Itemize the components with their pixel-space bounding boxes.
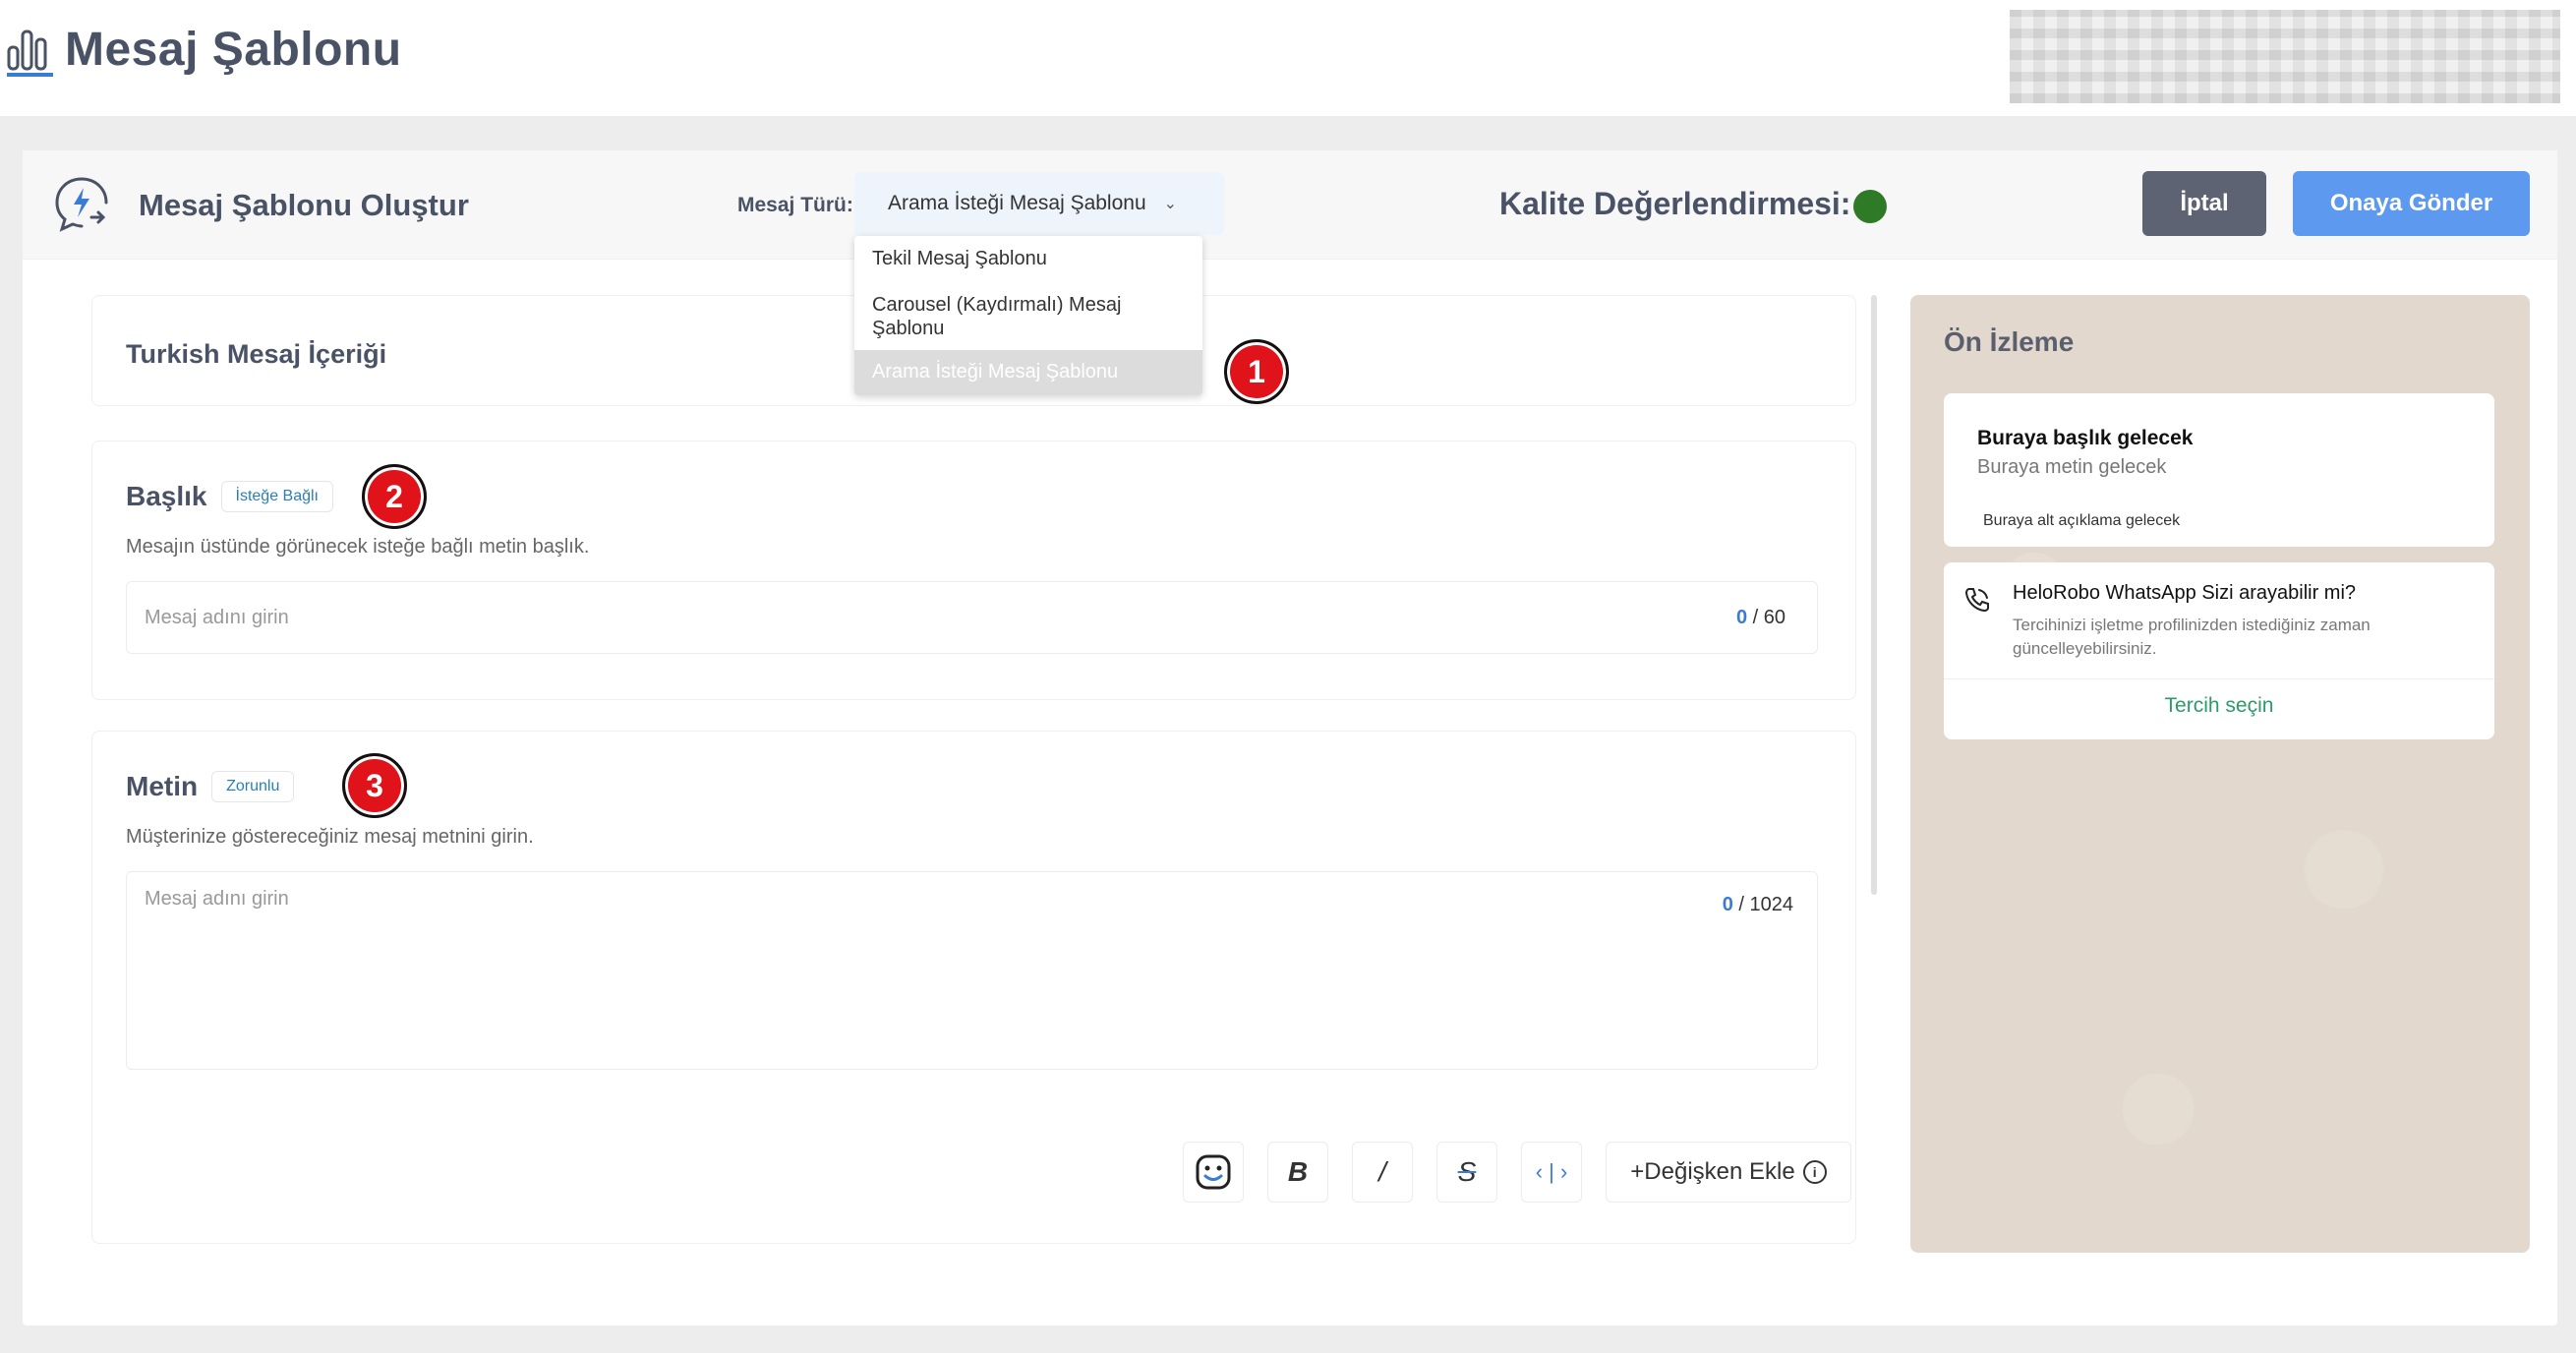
marker-1: 1 bbox=[1224, 339, 1289, 404]
chart-icon bbox=[7, 29, 53, 77]
preview-call-title: HeloRobo WhatsApp Sizi arayabilir mi? bbox=[2013, 582, 2357, 604]
header-input[interactable]: Mesaj adını girin 0 / 60 bbox=[126, 581, 1818, 654]
preview-body: Buraya metin gelecek bbox=[1977, 456, 2167, 478]
content-title: Turkish Mesaj İçeriği bbox=[126, 339, 387, 369]
page-title-text: Mesaj Şablonu bbox=[65, 23, 402, 76]
content-scrollbar[interactable] bbox=[1871, 295, 1877, 895]
preview-message-bubble: Buraya başlık gelecek Buraya metin gelec… bbox=[1944, 393, 2494, 547]
message-type-select[interactable]: Arama İsteği Mesaj Şablonu ⌄ bbox=[854, 172, 1224, 235]
emoji-button[interactable] bbox=[1183, 1142, 1244, 1203]
italic-button[interactable]: / bbox=[1352, 1142, 1413, 1203]
dropdown-option-single[interactable]: Tekil Mesaj Şablonu bbox=[854, 236, 1202, 285]
preview-panel: Ön İzleme Buraya başlık gelecek Buraya m… bbox=[1910, 295, 2530, 1253]
header-description: Mesajın üstünde görünecek isteğe bağlı m… bbox=[126, 536, 590, 558]
marker-3: 3 bbox=[342, 753, 407, 818]
header-input-placeholder: Mesaj adını girin bbox=[145, 607, 289, 628]
preview-divider bbox=[1944, 678, 2494, 679]
message-type-value: Arama İsteği Mesaj Şablonu bbox=[888, 192, 1146, 214]
header-counter: 0 / 60 bbox=[1736, 607, 1786, 629]
body-label: Metin bbox=[126, 771, 199, 801]
bold-button[interactable]: B bbox=[1267, 1142, 1328, 1203]
page-title: Mesaj Şablonu bbox=[6, 20, 402, 79]
body-input-placeholder: Mesaj adını girin bbox=[145, 888, 289, 910]
body-textarea[interactable]: Mesaj adını girin 0 / 1024 bbox=[126, 871, 1818, 1070]
quality-label: Kalite Değerlendirmesi: bbox=[1499, 186, 1851, 221]
dropdown-option-label: Arama İsteği Mesaj Şablonu bbox=[872, 361, 1119, 382]
strikethrough-button[interactable]: S bbox=[1436, 1142, 1497, 1203]
marker-2: 2 bbox=[362, 464, 427, 529]
dropdown-option-label: Carousel (Kaydırmalı) Mesaj Şablonu bbox=[872, 294, 1122, 339]
submit-button[interactable]: Onaya Gönder bbox=[2293, 171, 2530, 236]
add-variable-button[interactable]: +Değişken Ekle i bbox=[1606, 1142, 1851, 1203]
preview-choose-preference-link[interactable]: Tercih seçin bbox=[1944, 694, 2494, 718]
preview-call-card: HeloRobo WhatsApp Sizi arayabilir mi? Te… bbox=[1944, 562, 2494, 739]
dropdown-option-carousel[interactable]: Carousel (Kaydırmalı) Mesaj Şablonu bbox=[854, 285, 1202, 350]
phone-icon bbox=[1964, 588, 1989, 613]
format-toolbar: B / S ‹ | › +Değişken Ekle i bbox=[1183, 1142, 1851, 1203]
card-header: Mesaj Şablonu Oluştur Mesaj Türü: Arama … bbox=[23, 150, 2557, 260]
preview-footer: Buraya alt açıklama gelecek bbox=[1983, 512, 2181, 529]
header-max: / 60 bbox=[1752, 607, 1786, 628]
preview-heading: Buraya başlık gelecek bbox=[1977, 427, 2194, 449]
cancel-button[interactable]: İptal bbox=[2142, 171, 2266, 236]
dropdown-option-label: Tekil Mesaj Şablonu bbox=[872, 248, 1047, 269]
message-type-label: Mesaj Türü: bbox=[737, 194, 853, 216]
header-label: Başlık bbox=[126, 481, 207, 511]
template-card: Mesaj Şablonu Oluştur Mesaj Türü: Arama … bbox=[23, 150, 2557, 1325]
quality-indicator bbox=[1853, 190, 1887, 223]
dropdown-option-call-request[interactable]: Arama İsteği Mesaj Şablonu bbox=[854, 350, 1202, 395]
message-type-dropdown: Tekil Mesaj Şablonu Carousel (Kaydırmalı… bbox=[854, 236, 1202, 395]
body-max: / 1024 bbox=[1738, 894, 1793, 915]
body-counter: 0 / 1024 bbox=[1723, 894, 1793, 916]
optional-badge: İsteğe Bağlı bbox=[220, 481, 333, 512]
top-bar: Mesaj Şablonu bbox=[0, 0, 2576, 116]
body-description: Müşterinize göstereceğiniz mesaj metnini… bbox=[126, 826, 534, 848]
add-variable-label: +Değişken Ekle bbox=[1630, 1158, 1795, 1185]
header-section: Başlık İsteğe Bağlı Mesajın üstünde görü… bbox=[91, 441, 1856, 700]
header-count: 0 bbox=[1735, 607, 1748, 628]
chevron-down-icon: ⌄ bbox=[1163, 196, 1178, 212]
info-icon[interactable]: i bbox=[1802, 1160, 1827, 1184]
body-count: 0 bbox=[1722, 894, 1733, 915]
flash-chat-icon bbox=[55, 177, 108, 232]
emoji-icon bbox=[1196, 1154, 1231, 1190]
blurred-area bbox=[2010, 10, 2560, 103]
preview-call-subtitle: Tercihinizi işletme profilinizden istedi… bbox=[2013, 616, 2371, 658]
code-button[interactable]: ‹ | › bbox=[1521, 1142, 1582, 1203]
card-title: Mesaj Şablonu Oluştur bbox=[139, 188, 469, 222]
preview-title: Ön İzleme bbox=[1944, 326, 2075, 357]
required-badge: Zorunlu bbox=[211, 771, 295, 802]
